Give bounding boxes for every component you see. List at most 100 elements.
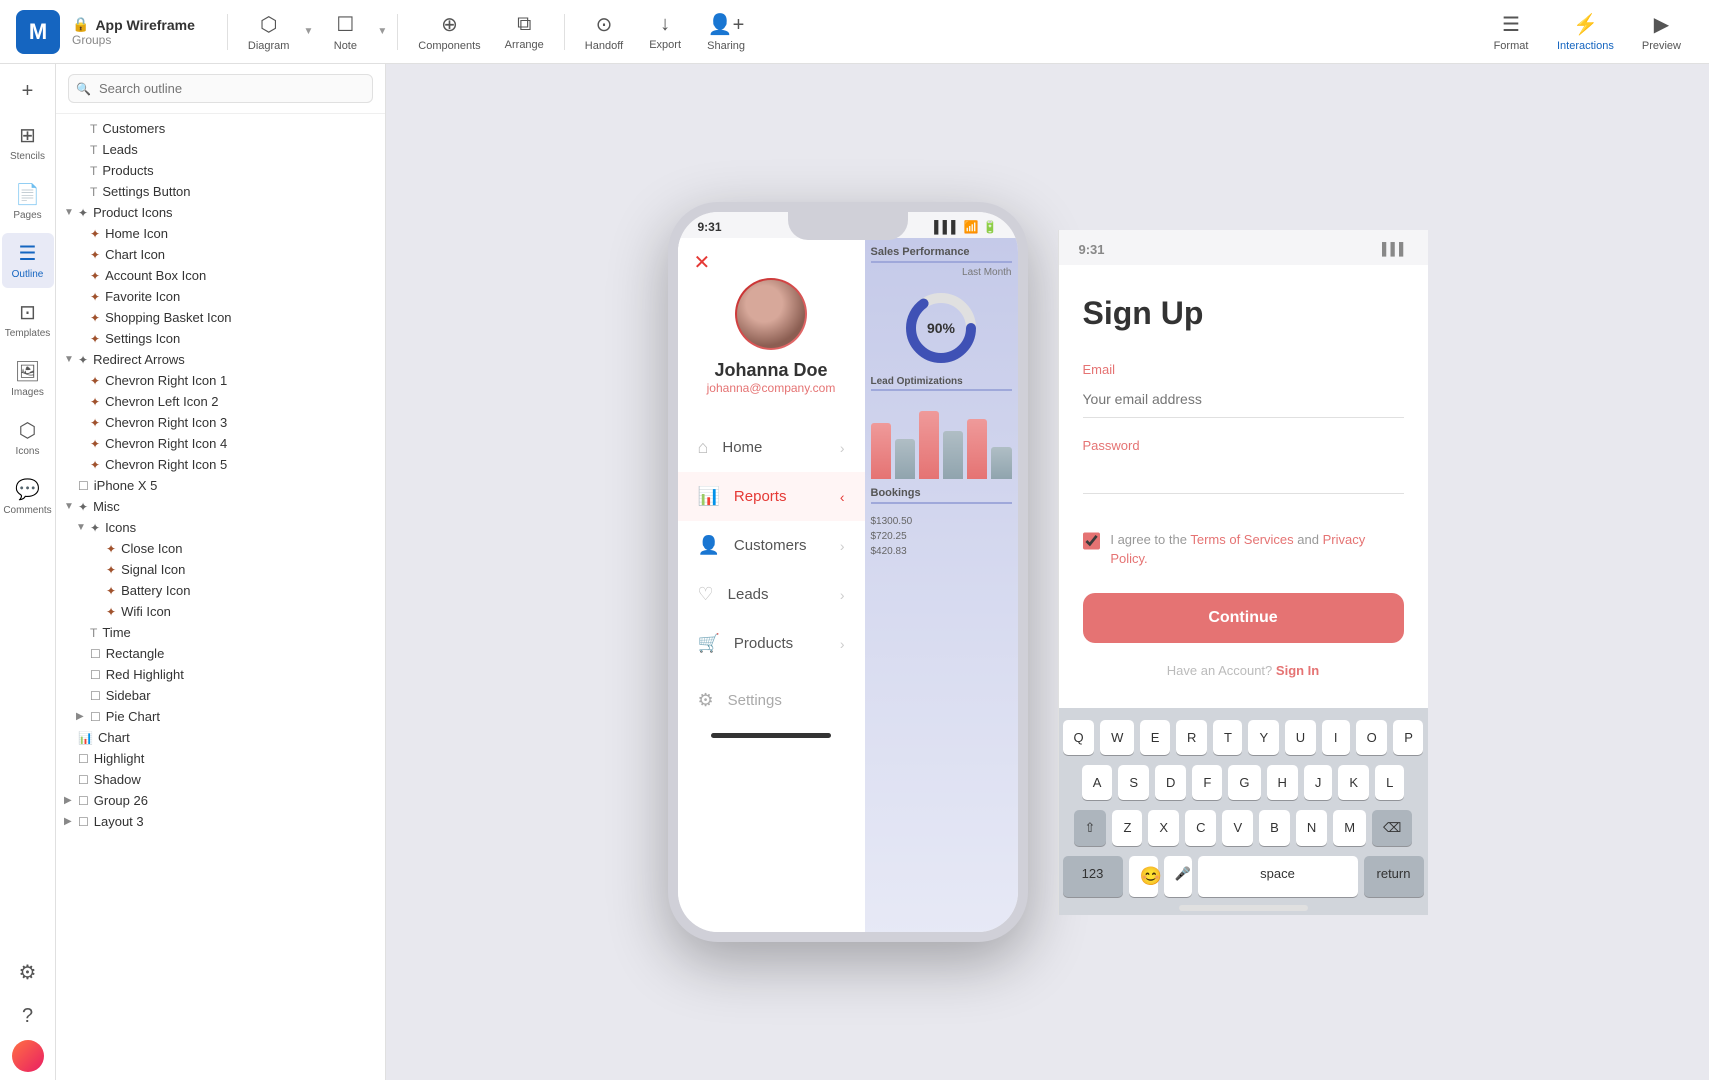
tree-item-battery-icon[interactable]: ✦ Battery Icon bbox=[56, 580, 385, 601]
tree-item-pie-chart[interactable]: ▶ ☐ Pie Chart bbox=[56, 706, 385, 727]
key-n[interactable]: N bbox=[1296, 810, 1327, 846]
key-t[interactable]: T bbox=[1213, 720, 1243, 755]
handoff-button[interactable]: ⊙ Handoff bbox=[573, 8, 635, 56]
canvas-area[interactable]: 9:31 ▌▌▌ 📶 🔋 ✕ Johanna D bbox=[386, 64, 1709, 1080]
terms-link[interactable]: Terms of Services bbox=[1190, 532, 1293, 547]
key-v[interactable]: V bbox=[1222, 810, 1253, 846]
search-input[interactable] bbox=[68, 74, 373, 103]
rail-outline[interactable]: ☰ Outline bbox=[2, 233, 54, 288]
key-d[interactable]: D bbox=[1155, 765, 1186, 800]
key-w[interactable]: W bbox=[1100, 720, 1134, 755]
rail-settings[interactable]: ⚙ bbox=[2, 952, 54, 993]
tree-item-chevron-right-4[interactable]: ✦ Chevron Right Icon 4 bbox=[56, 433, 385, 454]
key-s[interactable]: S bbox=[1118, 765, 1149, 800]
key-c[interactable]: C bbox=[1185, 810, 1216, 846]
key-r[interactable]: R bbox=[1176, 720, 1207, 755]
tree-item-shadow[interactable]: ☐ Shadow bbox=[56, 769, 385, 790]
tree-item-shopping-basket-icon[interactable]: ✦ Shopping Basket Icon bbox=[56, 307, 385, 328]
app-logo[interactable]: M bbox=[16, 10, 60, 54]
tree-item-icons-group[interactable]: ▼ ✦ Icons bbox=[56, 517, 385, 538]
rail-stencils[interactable]: ⊞ Stencils bbox=[2, 115, 54, 170]
tree-item-settings-button[interactable]: T Settings Button bbox=[56, 181, 385, 202]
tree-item-home-icon[interactable]: ✦ Home Icon bbox=[56, 223, 385, 244]
note-button[interactable]: ☐ Note bbox=[315, 8, 375, 56]
tree-item-account-box-icon[interactable]: ✦ Account Box Icon bbox=[56, 265, 385, 286]
tree-item-chevron-right-3[interactable]: ✦ Chevron Right Icon 3 bbox=[56, 412, 385, 433]
tree-item-layout-3[interactable]: ▶ ☐ Layout 3 bbox=[56, 811, 385, 832]
format-button[interactable]: ☰ Format bbox=[1481, 8, 1541, 56]
menu-item-home[interactable]: ⌂ Home › bbox=[678, 423, 865, 472]
key-q[interactable]: Q bbox=[1063, 720, 1095, 755]
key-emoji[interactable]: 😊 bbox=[1129, 856, 1158, 897]
key-x[interactable]: X bbox=[1148, 810, 1179, 846]
tree-item-chevron-right-1[interactable]: ✦ Chevron Right Icon 1 bbox=[56, 370, 385, 391]
key-123[interactable]: 123 bbox=[1063, 856, 1123, 897]
tree-item-group-26[interactable]: ▶ ☐ Group 26 bbox=[56, 790, 385, 811]
key-j[interactable]: J bbox=[1304, 765, 1333, 800]
continue-button[interactable]: Continue bbox=[1083, 593, 1404, 643]
key-m[interactable]: M bbox=[1333, 810, 1366, 846]
tree-item-chevron-left-2[interactable]: ✦ Chevron Left Icon 2 bbox=[56, 391, 385, 412]
sign-in-link[interactable]: Sign In bbox=[1276, 663, 1319, 678]
key-z[interactable]: Z bbox=[1112, 810, 1142, 846]
key-y[interactable]: Y bbox=[1248, 720, 1278, 755]
tree-item-time[interactable]: T Time bbox=[56, 622, 385, 643]
tree-item-misc[interactable]: ▼ ✦ Misc bbox=[56, 496, 385, 517]
menu-item-reports[interactable]: 📊 Reports ‹ bbox=[678, 472, 865, 521]
diagram-caret[interactable]: ▼ bbox=[303, 26, 313, 37]
close-button[interactable]: ✕ bbox=[694, 250, 711, 275]
tree-item-red-highlight[interactable]: ☐ Red Highlight bbox=[56, 664, 385, 685]
password-input[interactable] bbox=[1083, 457, 1404, 494]
tree-item-redirect-arrows[interactable]: ▼ ✦ Redirect Arrows bbox=[56, 349, 385, 370]
key-a[interactable]: A bbox=[1082, 765, 1113, 800]
key-k[interactable]: K bbox=[1338, 765, 1369, 800]
key-p[interactable]: P bbox=[1393, 720, 1423, 755]
tree-item-iphone-x5[interactable]: ☐ iPhone X 5 bbox=[56, 475, 385, 496]
diagram-button[interactable]: ⬡ Diagram bbox=[236, 8, 302, 56]
tree-item-rectangle[interactable]: ☐ Rectangle bbox=[56, 643, 385, 664]
tree-item-favorite-icon[interactable]: ✦ Favorite Icon bbox=[56, 286, 385, 307]
tree-item-highlight[interactable]: ☐ Highlight bbox=[56, 748, 385, 769]
tree-item-chart[interactable]: 📊 Chart bbox=[56, 727, 385, 748]
tree-item-products[interactable]: T Products bbox=[56, 160, 385, 181]
key-f[interactable]: F bbox=[1192, 765, 1222, 800]
key-g[interactable]: G bbox=[1228, 765, 1260, 800]
preview-button[interactable]: ▶ Preview bbox=[1630, 8, 1693, 56]
key-return[interactable]: return bbox=[1364, 856, 1424, 897]
tree-item-customers[interactable]: T Customers bbox=[56, 118, 385, 139]
rail-images[interactable]: 🖼 Images bbox=[2, 351, 54, 406]
agree-checkbox[interactable] bbox=[1083, 532, 1101, 550]
tree-item-leads[interactable]: T Leads bbox=[56, 139, 385, 160]
menu-item-leads[interactable]: ♡ Leads › bbox=[678, 570, 865, 619]
key-l[interactable]: L bbox=[1375, 765, 1404, 800]
note-caret[interactable]: ▼ bbox=[377, 26, 387, 37]
tree-item-close-icon[interactable]: ✦ Close Icon bbox=[56, 538, 385, 559]
tree-item-chevron-right-5[interactable]: ✦ Chevron Right Icon 5 bbox=[56, 454, 385, 475]
rail-templates[interactable]: ⊡ Templates bbox=[2, 292, 54, 347]
rail-icons[interactable]: ⬡ Icons bbox=[2, 410, 54, 465]
sharing-button[interactable]: 👤+ Sharing bbox=[695, 8, 757, 56]
interactions-button[interactable]: ⚡ Interactions bbox=[1545, 8, 1626, 56]
key-shift[interactable]: ⇧ bbox=[1074, 810, 1107, 846]
rail-help[interactable]: ? bbox=[2, 997, 54, 1036]
tree-item-wifi-icon[interactable]: ✦ Wifi Icon bbox=[56, 601, 385, 622]
key-b[interactable]: B bbox=[1259, 810, 1290, 846]
key-backspace[interactable]: ⌫ bbox=[1372, 810, 1412, 846]
rail-add[interactable]: + bbox=[2, 72, 54, 111]
menu-item-customers[interactable]: 👤 Customers › bbox=[678, 521, 865, 570]
rail-pages[interactable]: 📄 Pages bbox=[2, 174, 54, 229]
components-button[interactable]: ⊕ Components bbox=[406, 8, 492, 56]
email-input[interactable] bbox=[1083, 381, 1404, 418]
export-button[interactable]: ↓ Export bbox=[635, 9, 695, 55]
key-o[interactable]: O bbox=[1356, 720, 1388, 755]
key-e[interactable]: E bbox=[1140, 720, 1170, 755]
tree-item-signal-icon[interactable]: ✦ Signal Icon bbox=[56, 559, 385, 580]
tree-item-chart-icon[interactable]: ✦ Chart Icon bbox=[56, 244, 385, 265]
tree-item-settings-icon[interactable]: ✦ Settings Icon bbox=[56, 328, 385, 349]
key-h[interactable]: H bbox=[1267, 765, 1298, 800]
key-u[interactable]: U bbox=[1285, 720, 1316, 755]
tree-item-sidebar[interactable]: ☐ Sidebar bbox=[56, 685, 385, 706]
settings-menu-item[interactable]: ⚙ Settings bbox=[678, 676, 865, 725]
arrange-button[interactable]: ⧉ Arrange bbox=[493, 9, 556, 55]
menu-item-products[interactable]: 🛒 Products › bbox=[678, 619, 865, 668]
